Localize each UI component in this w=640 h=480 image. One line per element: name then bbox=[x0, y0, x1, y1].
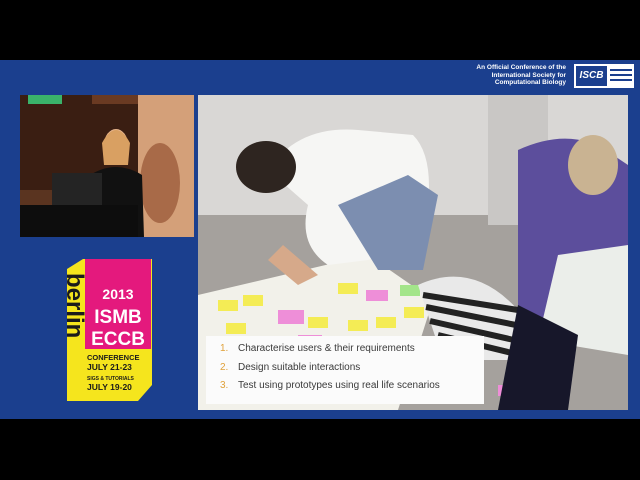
slide-bullet-list: 1. Characterise users & their requirement… bbox=[206, 336, 484, 404]
bullet-number: 2. bbox=[220, 361, 229, 373]
logo-year-text: 2013 bbox=[102, 286, 133, 302]
logo-magenta-band bbox=[85, 259, 151, 283]
caption-line: Computational Biology bbox=[494, 79, 566, 86]
letterbox-bottom bbox=[0, 419, 640, 480]
letterbox-top bbox=[0, 0, 640, 60]
ismb-eccb-2013-logo: berlin 2013 ISMB ECCB CONFERENCE JULY 21… bbox=[63, 259, 152, 401]
bullet-text: Characterise users & their requirements bbox=[238, 343, 415, 354]
official-conference-caption: An Official Conference of the Internatio… bbox=[386, 64, 566, 87]
bullet-number: 3. bbox=[220, 380, 229, 391]
bullet-item: 2. Design suitable interactions bbox=[220, 359, 484, 378]
speaker-video-feed bbox=[20, 95, 194, 237]
logo-city-text: berlin bbox=[63, 273, 88, 338]
bullet-text: Test using prototypes using real life sc… bbox=[238, 380, 440, 391]
bullet-text: Design suitable interactions bbox=[238, 361, 361, 373]
iscb-logo: ISCB bbox=[573, 63, 635, 89]
iscb-logo-mark: ISCB bbox=[576, 66, 607, 86]
logo-conference-dates: JULY 21-23 bbox=[87, 362, 132, 372]
logo-name-line: ISMB bbox=[94, 307, 142, 328]
bullet-item: 1. Characterise users & their requirement… bbox=[220, 340, 484, 359]
caption-line: An Official Conference of the bbox=[476, 64, 566, 71]
iscb-logo-tagline bbox=[610, 69, 632, 84]
bullet-number: 1. bbox=[220, 343, 229, 354]
logo-name-line: ECCB bbox=[91, 329, 145, 350]
speaker-image bbox=[20, 95, 194, 237]
caption-line: International Society for bbox=[491, 71, 566, 79]
logo-sigs-dates: JULY 19-20 bbox=[87, 382, 132, 392]
bullet-item: 3. Test using prototypes using real life … bbox=[220, 377, 484, 396]
logo-conference-label: CONFERENCE bbox=[87, 353, 140, 362]
